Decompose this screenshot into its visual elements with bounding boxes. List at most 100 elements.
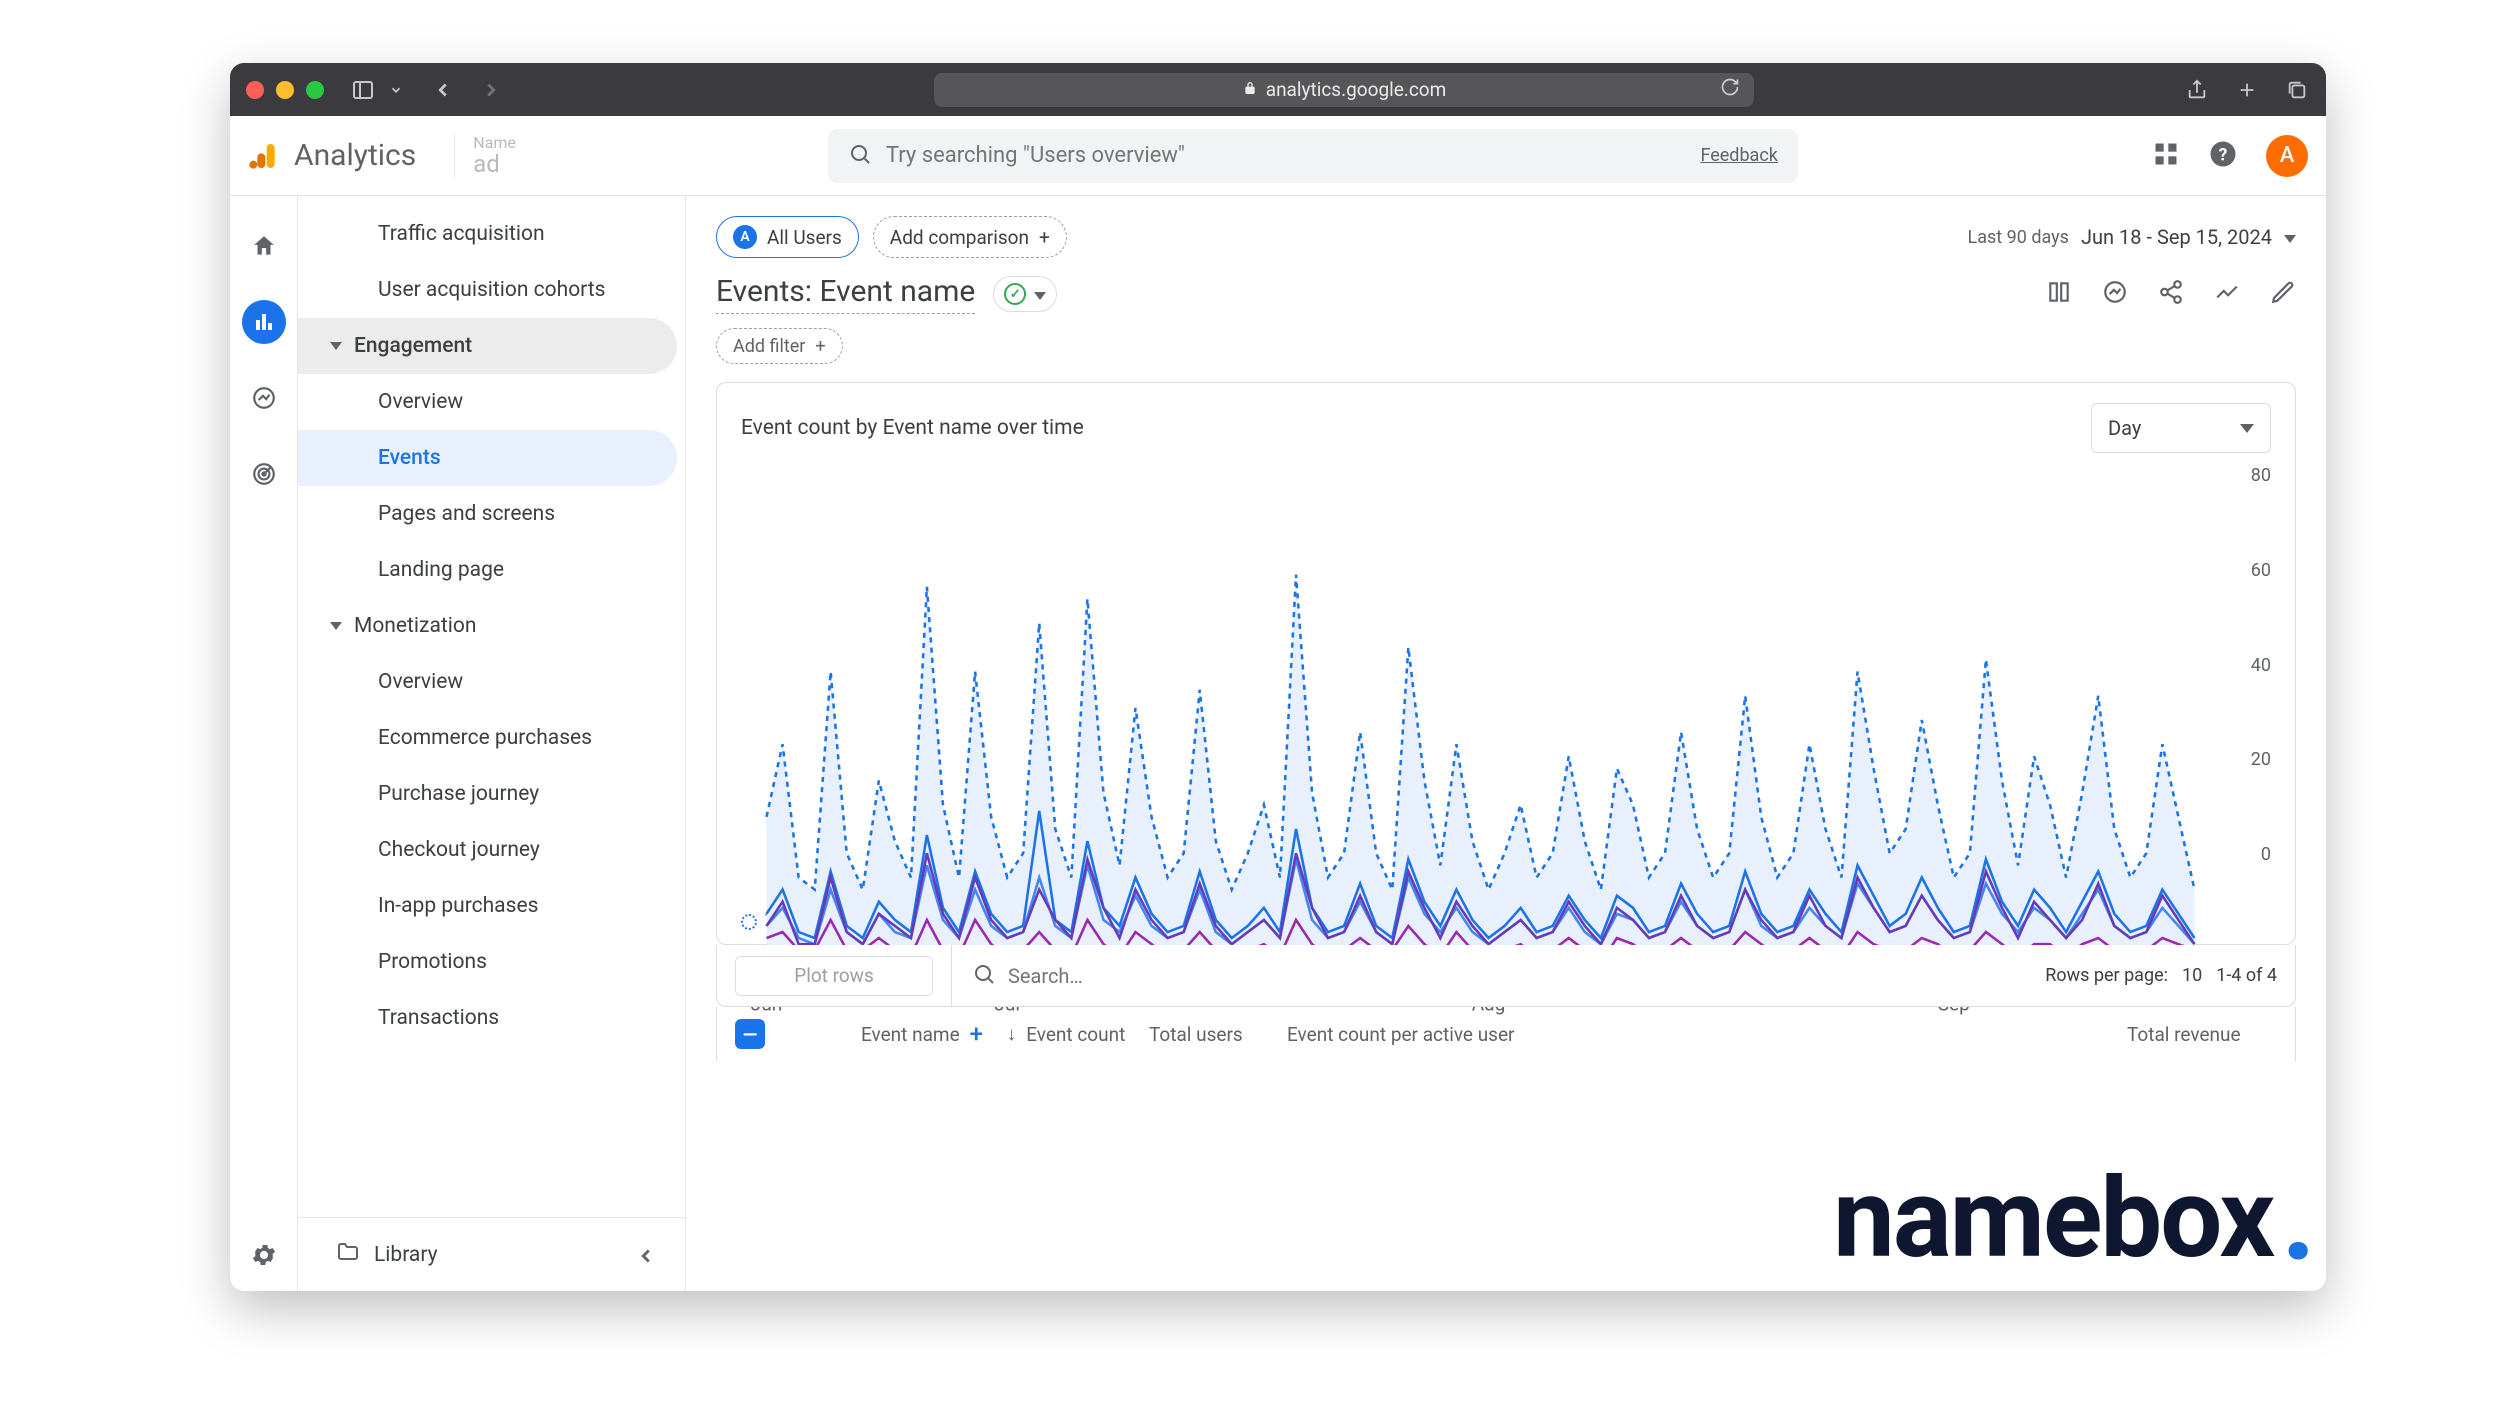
nav-item-pages-and-screens[interactable]: Pages and screens — [298, 486, 677, 542]
search-input[interactable] — [886, 143, 1687, 168]
nav-list: Traffic acquisitionUser acquisition coho… — [298, 206, 685, 1046]
y-tick: 20 — [2251, 749, 2271, 770]
nav-item-overview[interactable]: Overview — [298, 374, 677, 430]
add-comparison-button[interactable]: Add comparison + — [873, 216, 1067, 258]
nav-item-checkout-journey[interactable]: Checkout journey — [298, 822, 677, 878]
brand[interactable]: Analytics — [248, 138, 416, 173]
title-actions — [2046, 279, 2296, 309]
back-icon[interactable] — [430, 77, 456, 103]
granularity-value: Day — [2108, 416, 2141, 440]
titlebar-right — [2184, 77, 2310, 103]
header-actions: ? A — [2152, 135, 2308, 177]
page-range: 1-4 of 4 — [2216, 965, 2277, 986]
sidebar-toggle-icon[interactable] — [350, 77, 376, 103]
customize-icon[interactable] — [2046, 279, 2072, 309]
collapse-sidebar-icon[interactable] — [635, 1245, 657, 1273]
caret-icon — [330, 342, 342, 350]
url-bar[interactable]: analytics.google.com — [934, 73, 1754, 107]
table-search[interactable] — [951, 945, 2027, 1006]
plus-icon: + — [815, 336, 825, 357]
add-filter-button[interactable]: Add filter + — [716, 328, 843, 364]
nav-item-purchase-journey[interactable]: Purchase journey — [298, 766, 677, 822]
insights-icon[interactable] — [2102, 279, 2128, 309]
new-tab-icon[interactable] — [2234, 77, 2260, 103]
plus-icon: + — [1039, 226, 1050, 249]
granularity-select[interactable]: Day — [2091, 403, 2271, 453]
card-title: Event count by Event name over time — [741, 416, 1084, 440]
avatar[interactable]: A — [2266, 135, 2308, 177]
nav-item-landing-page[interactable]: Landing page — [298, 542, 677, 598]
window-minimize-button[interactable] — [276, 81, 294, 99]
nav-item-overview[interactable]: Overview — [298, 654, 677, 710]
property-secondary: ad — [473, 151, 516, 177]
forward-icon[interactable] — [478, 77, 504, 103]
segment-all-users[interactable]: A All Users — [716, 216, 859, 258]
y-tick: 60 — [2251, 560, 2271, 581]
rail-home[interactable] — [242, 224, 286, 268]
y-tick: 0 — [2261, 844, 2271, 865]
watermark: namebox. — [1833, 1154, 2314, 1283]
paging: Rows per page: 10 1-4 of 4 — [2045, 965, 2277, 986]
nav-item-traffic-acquisition[interactable]: Traffic acquisition — [298, 206, 677, 262]
window-close-button[interactable] — [246, 81, 264, 99]
report-status-pill[interactable]: ✓ — [993, 276, 1057, 312]
rows-per-page-value[interactable]: 10 — [2182, 965, 2202, 986]
chevron-down-icon — [1034, 285, 1046, 304]
filters-row: A All Users Add comparison + Last 90 day… — [686, 196, 2326, 266]
window-zoom-button[interactable] — [306, 81, 324, 99]
check-icon: ✓ — [1004, 283, 1026, 305]
segment-label: All Users — [767, 226, 842, 249]
rail-explore[interactable] — [242, 376, 286, 420]
svg-text:?: ? — [2219, 145, 2228, 165]
title-row: Events: Event name ✓ — [686, 266, 2326, 320]
rail-advertising[interactable] — [242, 452, 286, 496]
nav-item-promotions[interactable]: Promotions — [298, 934, 677, 990]
nav-rail — [230, 196, 298, 1291]
nav-item-events[interactable]: Events — [298, 430, 677, 486]
chart: 23Jun3007Jul14212804Aug11182501Sep0815 8… — [741, 465, 2271, 905]
titlebar: analytics.google.com — [230, 63, 2326, 116]
search-bar[interactable]: Feedback — [828, 129, 1798, 183]
reload-icon[interactable] — [1720, 77, 1740, 102]
plot-rows-button[interactable]: Plot rows — [735, 956, 933, 996]
nav-item-user-acquisition-cohorts[interactable]: User acquisition cohorts — [298, 262, 677, 318]
trend-icon[interactable] — [2214, 279, 2240, 309]
help-icon[interactable]: ? — [2208, 139, 2238, 173]
nav-item-engagement[interactable]: Engagement — [298, 318, 677, 374]
edit-icon[interactable] — [2270, 279, 2296, 309]
rail-admin[interactable] — [242, 1233, 286, 1277]
chart-card: Event count by Event name over time Day … — [716, 382, 2296, 945]
feedback-link[interactable]: Feedback — [1700, 145, 1777, 166]
nav-item-transactions[interactable]: Transactions — [298, 990, 677, 1046]
nav-item-in-app-purchases[interactable]: In-app purchases — [298, 878, 677, 934]
url-text: analytics.google.com — [1266, 78, 1447, 101]
nav-item-monetization[interactable]: Monetization — [298, 598, 677, 654]
traffic-lights — [246, 81, 324, 99]
nav-item-ecommerce-purchases[interactable]: Ecommerce purchases — [298, 710, 677, 766]
main-content: A All Users Add comparison + Last 90 day… — [686, 196, 2326, 1291]
y-tick: 40 — [2251, 655, 2271, 676]
table-search-input[interactable] — [1008, 964, 2027, 988]
library-label: Library — [374, 1243, 438, 1267]
date-range-picker[interactable]: Last 90 days Jun 18 - Sep 15, 2024 — [1968, 225, 2296, 249]
share-icon[interactable] — [2184, 77, 2210, 103]
card-head: Event count by Event name over time Day — [741, 403, 2271, 453]
property-picker[interactable]: Name ad — [454, 134, 516, 178]
add-comparison-label: Add comparison — [890, 226, 1029, 249]
caret-icon — [330, 622, 342, 630]
date-last-label: Last 90 days — [1968, 227, 2069, 248]
rail-reports[interactable] — [242, 300, 286, 344]
page-title[interactable]: Events: Event name — [716, 274, 975, 314]
tabs-overview-icon[interactable] — [2284, 77, 2310, 103]
sidebar: Traffic acquisitionUser acquisition coho… — [298, 196, 686, 1291]
library-link[interactable]: Library — [298, 1217, 685, 1291]
browser-nav — [430, 77, 504, 103]
chevron-down-icon[interactable] — [388, 77, 404, 103]
add-filter-row: Add filter + — [716, 328, 2296, 364]
analytics-logo-icon — [248, 140, 280, 172]
property-label: Name — [473, 134, 516, 152]
apps-icon[interactable] — [2152, 140, 2180, 172]
folder-icon — [336, 1240, 360, 1270]
lock-icon — [1242, 78, 1258, 101]
share-icon[interactable] — [2158, 279, 2184, 309]
